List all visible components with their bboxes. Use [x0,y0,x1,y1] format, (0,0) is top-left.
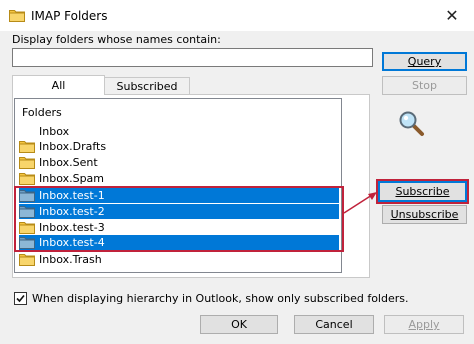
cancel-button[interactable]: Cancel [294,315,374,334]
ok-button[interactable]: OK [200,315,278,334]
checkmark-icon [16,294,25,303]
subscribed-only-label: When displaying hierarchy in Outlook, sh… [32,292,409,305]
apply-button[interactable]: Apply [384,315,464,334]
tab-all[interactable]: All [12,75,105,95]
subscribed-only-checkbox[interactable] [14,292,27,305]
